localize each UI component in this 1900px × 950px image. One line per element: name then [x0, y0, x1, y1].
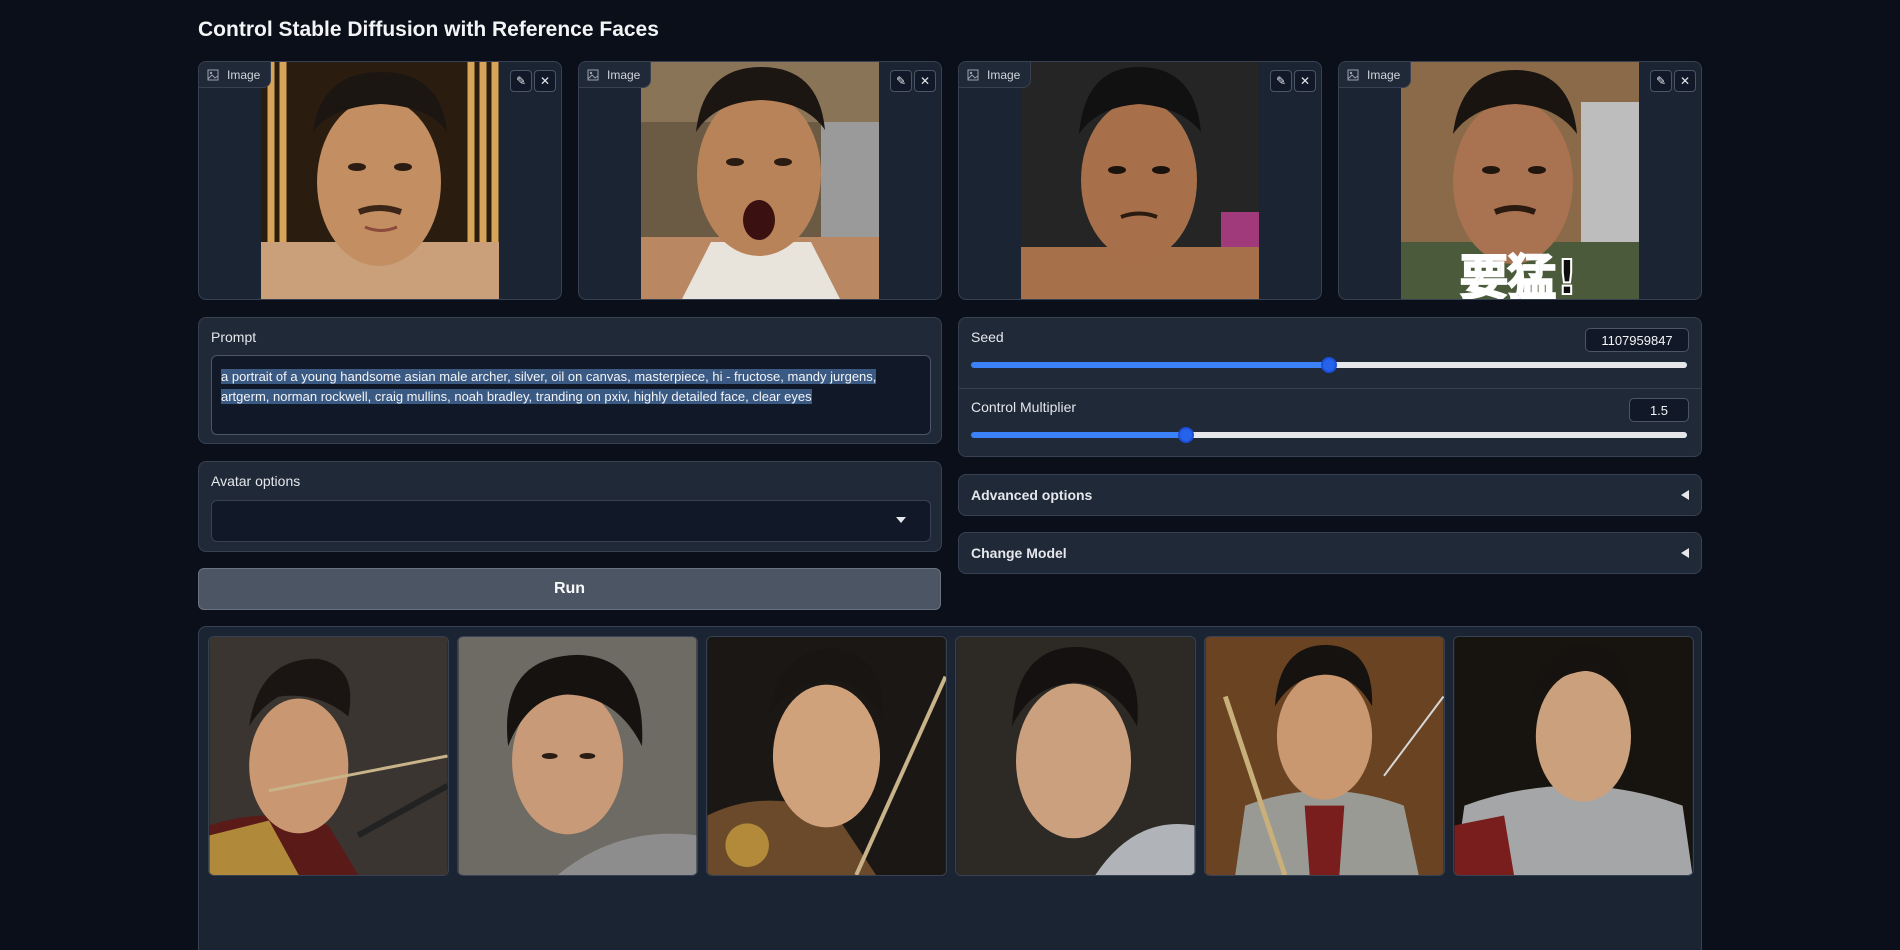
- photo-overlay-text: 要猛!: [1460, 250, 1578, 300]
- gallery-image[interactable]: [1453, 636, 1694, 876]
- generated-portrait-image: [458, 637, 697, 875]
- face-photo-image: [641, 62, 879, 299]
- gallery-image[interactable]: [208, 636, 449, 876]
- collapse-arrow-icon: [1681, 548, 1689, 558]
- image-input-1[interactable]: Image ✎ ✕: [198, 61, 562, 300]
- control-multiplier-number-input[interactable]: 1.5: [1629, 398, 1689, 422]
- collapse-arrow-icon: [1681, 490, 1689, 500]
- seed-slider-rest: [1329, 362, 1687, 368]
- generated-portrait-image: [209, 637, 448, 875]
- generated-portrait-image: [956, 637, 1195, 875]
- image-label: Image: [199, 62, 272, 88]
- gallery-image[interactable]: [1204, 636, 1445, 876]
- avatar-options-label: Avatar options: [211, 473, 301, 489]
- change-model-accordion[interactable]: Change Model: [958, 532, 1702, 574]
- control-multiplier-label: Control Multiplier: [971, 399, 1077, 415]
- image-icon: [587, 69, 599, 80]
- divider: [959, 388, 1701, 389]
- sliders-block: Seed 1107959847 Control Multiplier 1.5: [958, 317, 1702, 457]
- advanced-options-accordion[interactable]: Advanced options: [958, 474, 1702, 516]
- image-icon: [967, 69, 979, 80]
- image-label: Image: [1339, 62, 1412, 88]
- image-label: Image: [959, 62, 1032, 88]
- seed-slider-thumb[interactable]: [1321, 357, 1337, 373]
- output-gallery: [198, 626, 1702, 950]
- close-icon[interactable]: ✕: [1294, 70, 1316, 92]
- advanced-options-label: Advanced options: [971, 487, 1093, 503]
- reference-face-photo: [261, 62, 499, 299]
- image-label: Image: [579, 62, 652, 88]
- chevron-down-icon[interactable]: [896, 517, 906, 523]
- seed-label: Seed: [971, 329, 1004, 345]
- face-photo-image: 要猛!: [1401, 62, 1639, 300]
- image-input-2[interactable]: Image ✎ ✕: [578, 61, 942, 300]
- run-button[interactable]: Run: [198, 568, 941, 610]
- page-title: Control Stable Diffusion with Reference …: [198, 18, 659, 41]
- image-input-4[interactable]: Image 要猛! ✎ ✕: [1338, 61, 1702, 300]
- image-input-3[interactable]: Image ✎ ✕: [958, 61, 1322, 300]
- avatar-options-block: Avatar options: [198, 461, 942, 552]
- reference-face-photo: [1021, 62, 1259, 299]
- edit-icon[interactable]: ✎: [1650, 70, 1672, 92]
- edit-icon[interactable]: ✎: [890, 70, 912, 92]
- control-multiplier-slider-thumb[interactable]: [1178, 427, 1194, 443]
- prompt-block: Prompt a portrait of a young handsome as…: [198, 317, 942, 444]
- generated-portrait-image: [1205, 637, 1444, 875]
- face-photo-image: [261, 62, 499, 299]
- prompt-text[interactable]: a portrait of a young handsome asian mal…: [221, 367, 921, 407]
- close-icon[interactable]: ✕: [914, 70, 936, 92]
- seed-slider[interactable]: [971, 357, 1687, 373]
- control-multiplier-slider-rest: [1186, 432, 1687, 438]
- avatar-options-dropdown[interactable]: [211, 500, 931, 542]
- control-multiplier-slider[interactable]: [971, 427, 1687, 443]
- prompt-label: Prompt: [211, 329, 257, 345]
- change-model-label: Change Model: [971, 545, 1067, 561]
- gallery-image[interactable]: [706, 636, 947, 876]
- image-icon: [207, 69, 219, 80]
- gallery-image[interactable]: [955, 636, 1196, 876]
- face-photo-image: [1021, 62, 1259, 299]
- reference-face-photo: 要猛!: [1401, 62, 1639, 300]
- generated-portrait-image: [1454, 637, 1693, 875]
- close-icon[interactable]: ✕: [534, 70, 556, 92]
- reference-face-photo: [641, 62, 879, 299]
- image-icon: [1347, 69, 1359, 80]
- close-icon[interactable]: ✕: [1674, 70, 1696, 92]
- seed-number-input[interactable]: 1107959847: [1585, 328, 1689, 352]
- generated-portrait-image: [707, 637, 946, 875]
- gallery-image[interactable]: [457, 636, 698, 876]
- edit-icon[interactable]: ✎: [510, 70, 532, 92]
- edit-icon[interactable]: ✎: [1270, 70, 1292, 92]
